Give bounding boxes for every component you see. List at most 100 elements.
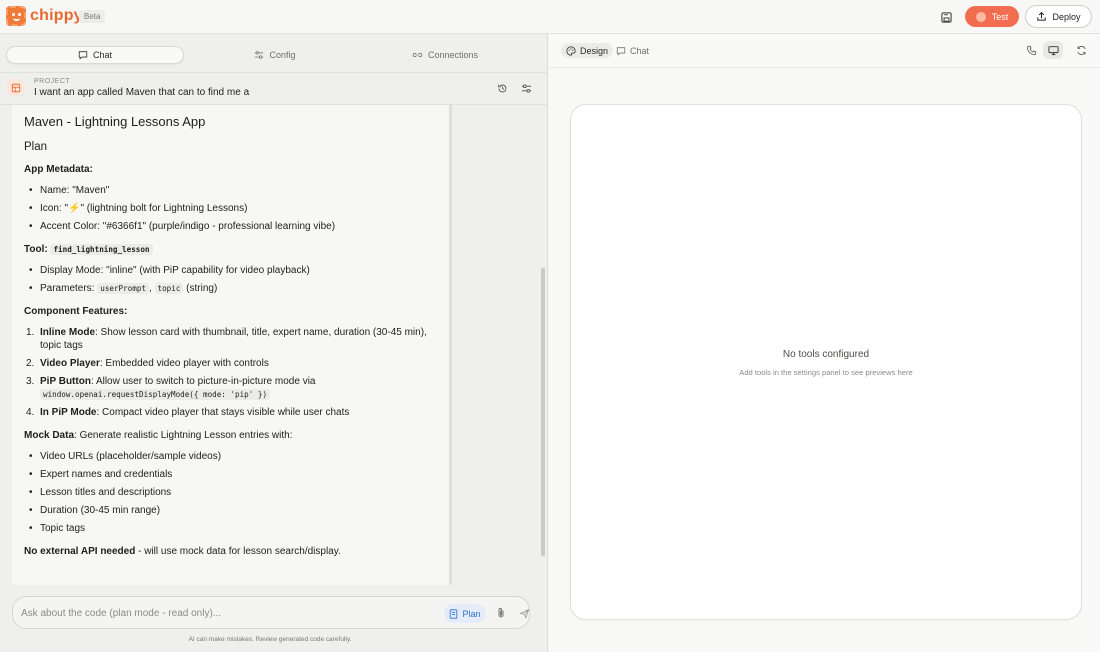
plan-heading: Plan (24, 141, 48, 153)
right-header-divider (549, 67, 1100, 68)
project-title: I want an app called Maven that can to f… (34, 87, 250, 98)
params-prefix: Parameters: (40, 283, 95, 294)
list-item: Video URLs (placeholder/sample videos) (24, 450, 437, 463)
phone-view-button[interactable] (1021, 41, 1041, 59)
project-icon (6, 78, 25, 97)
param-separator: , (148, 283, 152, 294)
history-icon (497, 84, 506, 92)
features-heading: Component Features: (24, 306, 128, 317)
paperclip-icon (498, 608, 504, 618)
save-button[interactable] (936, 7, 956, 27)
save-icon (940, 11, 952, 23)
list-number: 1. (26, 327, 35, 338)
upload-icon (1037, 11, 1047, 21)
params-suffix: (string) (186, 283, 218, 294)
list-item: Name: "Maven" (24, 184, 437, 197)
tab-label: Connections (427, 50, 479, 60)
chat-input[interactable] (21, 606, 421, 620)
api-note: No external API needed - will use mock d… (24, 545, 437, 558)
tab-label: Config (269, 50, 296, 60)
palette-icon (566, 45, 576, 56)
param-code: userPrompt (97, 283, 149, 294)
pip-code: window.openai.requestDisplayMode({ mode:… (40, 389, 271, 400)
tab-label: Chat (630, 45, 650, 56)
project-header: PROJECT I want an app called Maven that … (0, 72, 548, 105)
preview-canvas: No tools configured Add tools in the set… (570, 104, 1082, 620)
send-icon (518, 608, 529, 619)
list-item: Topic tags (24, 522, 437, 535)
list-item: 1. Inline Mode: Show lesson card with th… (24, 326, 437, 352)
tab-chat-preview[interactable]: Chat (611, 43, 654, 58)
tab-label: Design (580, 45, 609, 56)
chat-scrollbar-thumb[interactable] (541, 268, 545, 556)
list-item: Lesson titles and descriptions (24, 486, 437, 499)
empty-state-title: No tools configured (782, 349, 870, 360)
tab-config[interactable]: Config (190, 46, 360, 64)
sliders-icon (521, 83, 531, 93)
project-label: PROJECT (34, 78, 71, 85)
send-button[interactable] (517, 605, 531, 621)
list-number: 2. (26, 358, 35, 369)
sliders-icon (255, 51, 264, 59)
deploy-button-label: Deploy (1052, 11, 1081, 22)
list-item: Duration (30-45 min range) (24, 504, 437, 517)
chat-composer: Plan (12, 596, 530, 629)
chat-icon (616, 46, 626, 56)
beta-badge: Beta (79, 10, 106, 23)
tab-design[interactable]: Design (561, 43, 614, 58)
feature-text: : Allow user to switch to picture-in-pic… (90, 376, 316, 387)
app-name: chippy (30, 7, 83, 24)
mock-data-line: Mock Data: Generate realistic Lightning … (24, 429, 437, 442)
list-item: Parameters: userPrompt, topic (string) (24, 282, 437, 295)
history-button[interactable] (495, 81, 509, 95)
feature-text: : Embedded video player with controls (99, 358, 269, 369)
feature-name: In PiP Mode (40, 407, 97, 418)
tool-name-code: find_lightning_lesson (50, 244, 153, 255)
phone-icon (1026, 45, 1036, 55)
chippy-logo-icon (6, 6, 26, 26)
tool-heading: Tool: find_lightning_lesson (24, 243, 437, 256)
top-bar: chippy Beta Test Deploy (0, 0, 1100, 34)
tab-connections[interactable]: Connections (360, 46, 530, 64)
chat-icon (78, 51, 88, 60)
plan-icon (450, 608, 458, 619)
test-button-label: Test (991, 11, 1009, 22)
list-item: Display Mode: "inline" (with PiP capabil… (24, 264, 437, 277)
test-button[interactable]: Test (965, 6, 1019, 27)
api-note-label: No external API needed (24, 546, 136, 557)
deploy-button[interactable]: Deploy (1025, 5, 1092, 28)
link-icon (412, 53, 423, 57)
refresh-button[interactable] (1071, 41, 1091, 59)
feature-text: : Compact video player that stays visibl… (96, 407, 350, 418)
tool-label: Tool: (24, 244, 48, 255)
list-item: 2. Video Player: Embedded video player w… (24, 357, 437, 370)
list-item: Icon: "⚡" (lightning bolt for Lightning … (24, 202, 437, 215)
assistant-message: Maven - Lightning Lessons App Plan App M… (12, 105, 452, 585)
preview-panel: Design Chat No tools configured Add tool… (549, 34, 1100, 652)
chat-panel: Chat Config Connections PROJECT I want a… (0, 34, 548, 652)
list-number: 4. (26, 407, 35, 418)
left-tab-bar: Chat Config Connections (0, 34, 548, 72)
feature-name: Video Player (40, 358, 100, 369)
monitor-icon (1047, 45, 1059, 55)
list-item: 4. In PiP Mode: Compact video player tha… (24, 406, 437, 419)
api-note-text: - will use mock data for lesson search/d… (135, 546, 341, 557)
metadata-heading: App Metadata: (24, 164, 93, 175)
mock-data-text: : Generate realistic Lightning Lesson en… (74, 430, 293, 441)
feature-name: PiP Button (40, 376, 91, 387)
tab-label: Chat (92, 50, 112, 60)
list-item: Expert names and credentials (24, 468, 437, 481)
refresh-icon (1076, 45, 1086, 55)
tab-chat[interactable]: Chat (6, 46, 184, 64)
settings-button[interactable] (519, 81, 533, 95)
desktop-view-button[interactable] (1043, 41, 1063, 59)
list-item: Accent Color: "#6366f1" (purple/indigo -… (24, 220, 437, 233)
attach-button[interactable] (494, 605, 508, 621)
empty-state-subtitle: Add tools in the settings panel to see p… (739, 368, 913, 377)
message-title: Maven - Lightning Lessons App (24, 114, 206, 129)
param-code: topic (154, 283, 184, 294)
feature-text: : Show lesson card with thumbnail, title… (40, 327, 427, 351)
list-item: 3. PiP Button: Allow user to switch to p… (24, 375, 437, 401)
plan-mode-button[interactable]: Plan (444, 604, 486, 623)
ai-disclaimer: AI can make mistakes. Review generated c… (188, 636, 352, 643)
